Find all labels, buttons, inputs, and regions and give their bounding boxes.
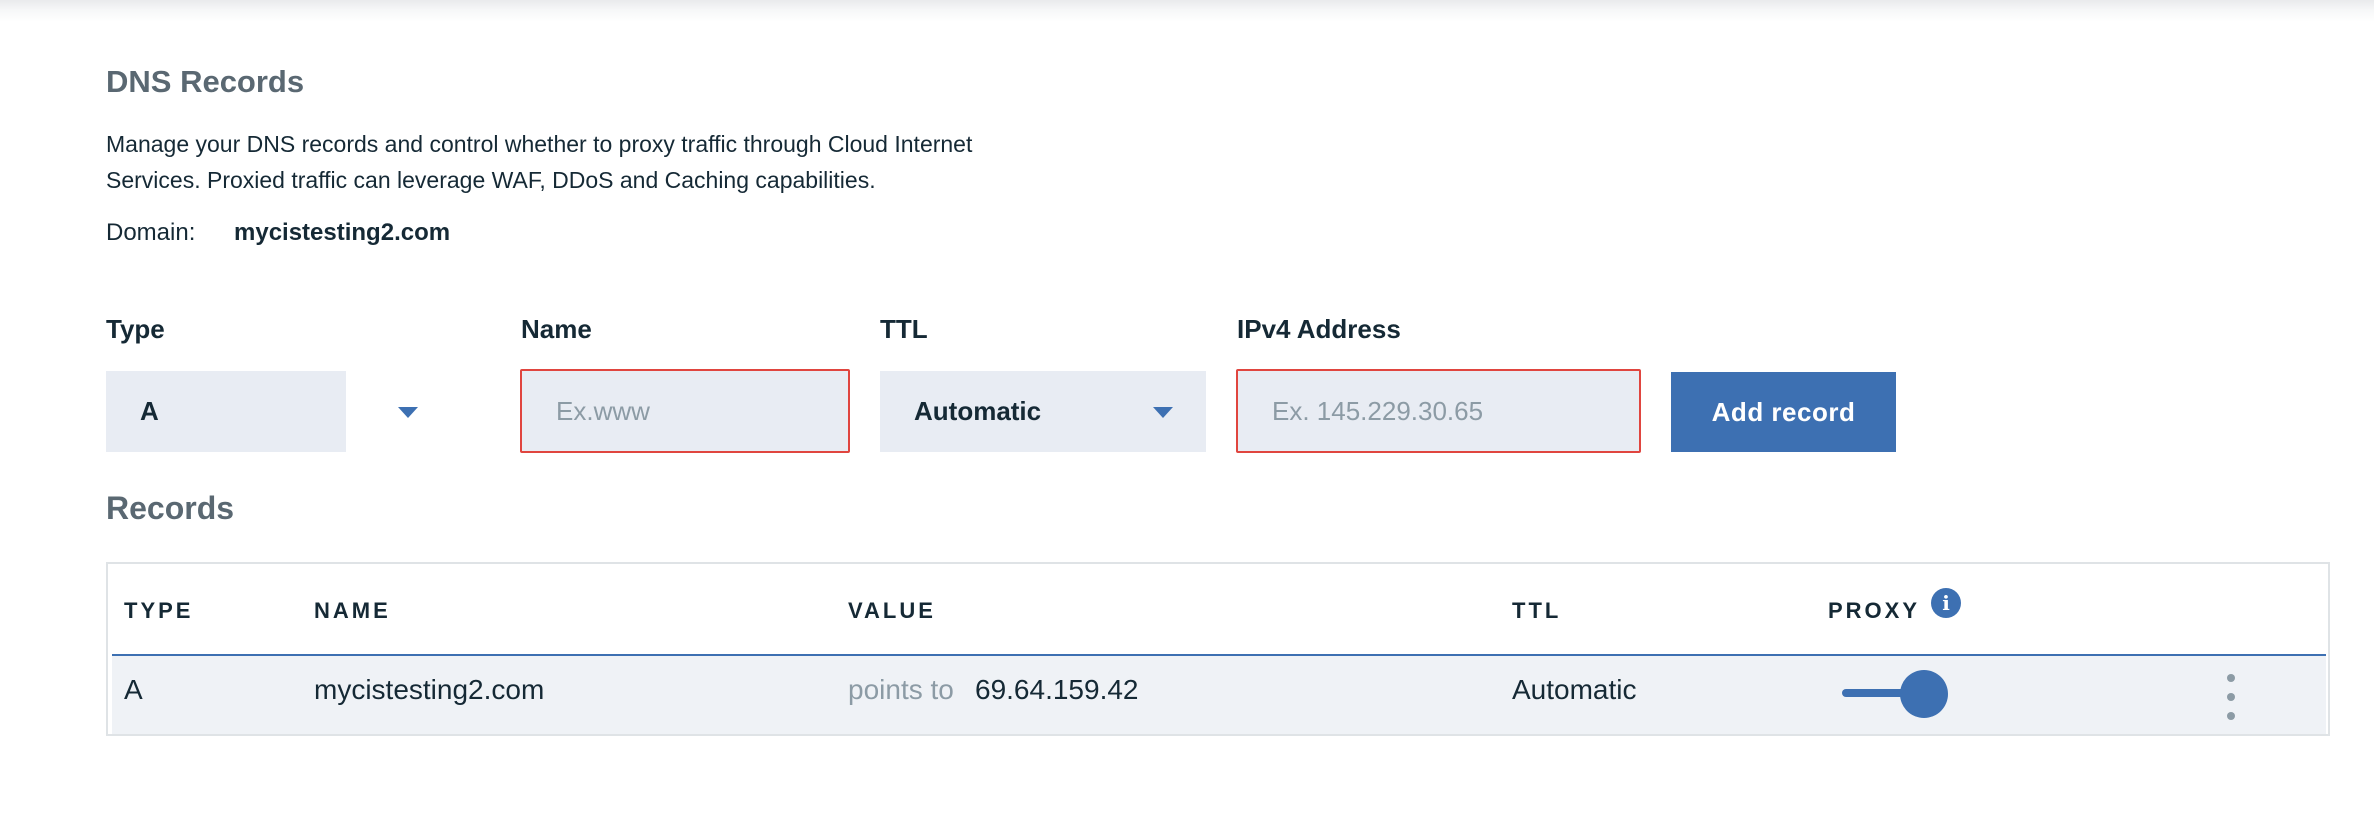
page-title: DNS Records (106, 64, 305, 99)
proxy-toggle[interactable] (1842, 668, 1952, 720)
add-record-button[interactable]: Add record (1671, 372, 1896, 452)
record-name: mycistesting2.com (314, 674, 545, 705)
proxy-toggle-knob (1900, 670, 1948, 718)
column-header-ttl: TTL (1512, 598, 1562, 623)
type-select-value: A (140, 396, 159, 426)
record-type: A (124, 674, 143, 705)
ipv4-input[interactable] (1236, 369, 1641, 453)
record-value-prefix: points to (848, 674, 954, 705)
type-label: Type (106, 314, 165, 344)
ttl-label: TTL (880, 314, 928, 344)
name-input[interactable] (520, 369, 850, 453)
ipv4-label: IPv4 Address (1237, 314, 1401, 344)
top-shadow (0, 0, 2374, 22)
chevron-down-icon (398, 407, 418, 418)
records-table: TYPE NAME VALUE TTL PROXY i A mycistesti… (106, 562, 2330, 736)
records-title: Records (106, 490, 235, 526)
type-select[interactable]: A (106, 371, 418, 452)
record-ttl: Automatic (1512, 674, 1637, 705)
name-label: Name (521, 314, 592, 344)
column-header-value: VALUE (848, 598, 936, 623)
domain-value: mycistesting2.com (234, 219, 451, 246)
info-icon[interactable]: i (1931, 588, 1961, 618)
chevron-down-icon (1153, 407, 1173, 418)
overflow-menu-icon[interactable] (2221, 674, 2241, 720)
ttl-select[interactable]: Automatic (880, 371, 1206, 452)
page-description: Manage your DNS records and control whet… (106, 131, 973, 193)
record-value: 69.64.159.42 (975, 674, 1139, 705)
column-header-proxy: PROXY (1828, 598, 1921, 623)
column-header-name: NAME (314, 598, 391, 623)
column-header-type: TYPE (124, 598, 194, 623)
domain-label: Domain: (106, 219, 196, 246)
ttl-select-value: Automatic (914, 396, 1042, 426)
